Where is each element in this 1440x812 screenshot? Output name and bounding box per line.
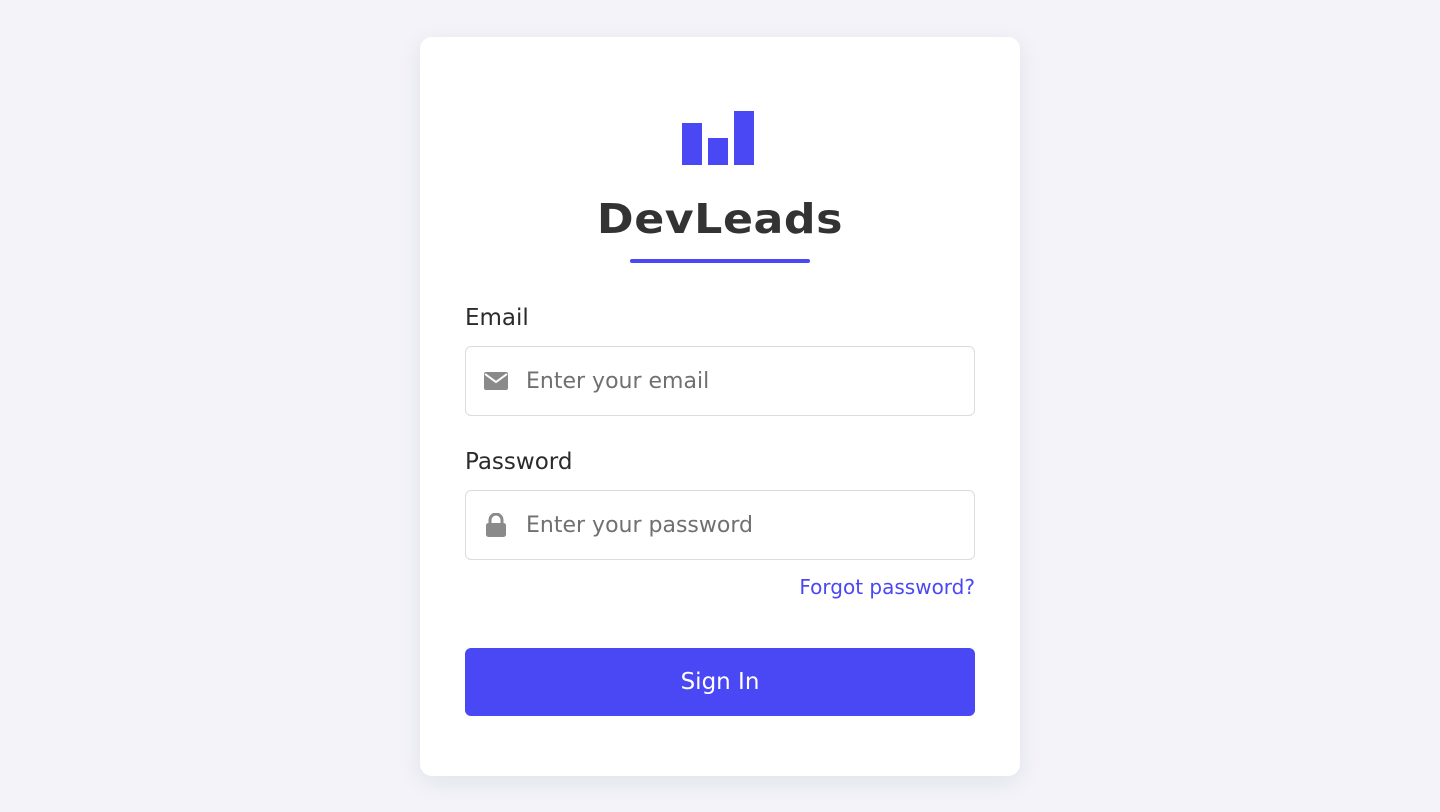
password-label: Password — [465, 449, 573, 475]
password-field-container — [465, 490, 975, 560]
email-input[interactable] — [526, 347, 966, 415]
brand-name: DevLeads — [596, 195, 844, 243]
brand-underline — [630, 259, 810, 263]
email-field-container — [465, 346, 975, 416]
password-input[interactable] — [526, 491, 966, 559]
bar-chart-icon — [682, 111, 754, 165]
login-card: DevLeads Email Password Forgot password?… — [420, 37, 1020, 776]
envelope-icon — [484, 369, 508, 393]
forgot-password-link[interactable]: Forgot password? — [799, 577, 975, 597]
email-label: Email — [465, 305, 529, 331]
lock-icon — [484, 513, 508, 537]
sign-in-button[interactable]: Sign In — [465, 648, 975, 716]
